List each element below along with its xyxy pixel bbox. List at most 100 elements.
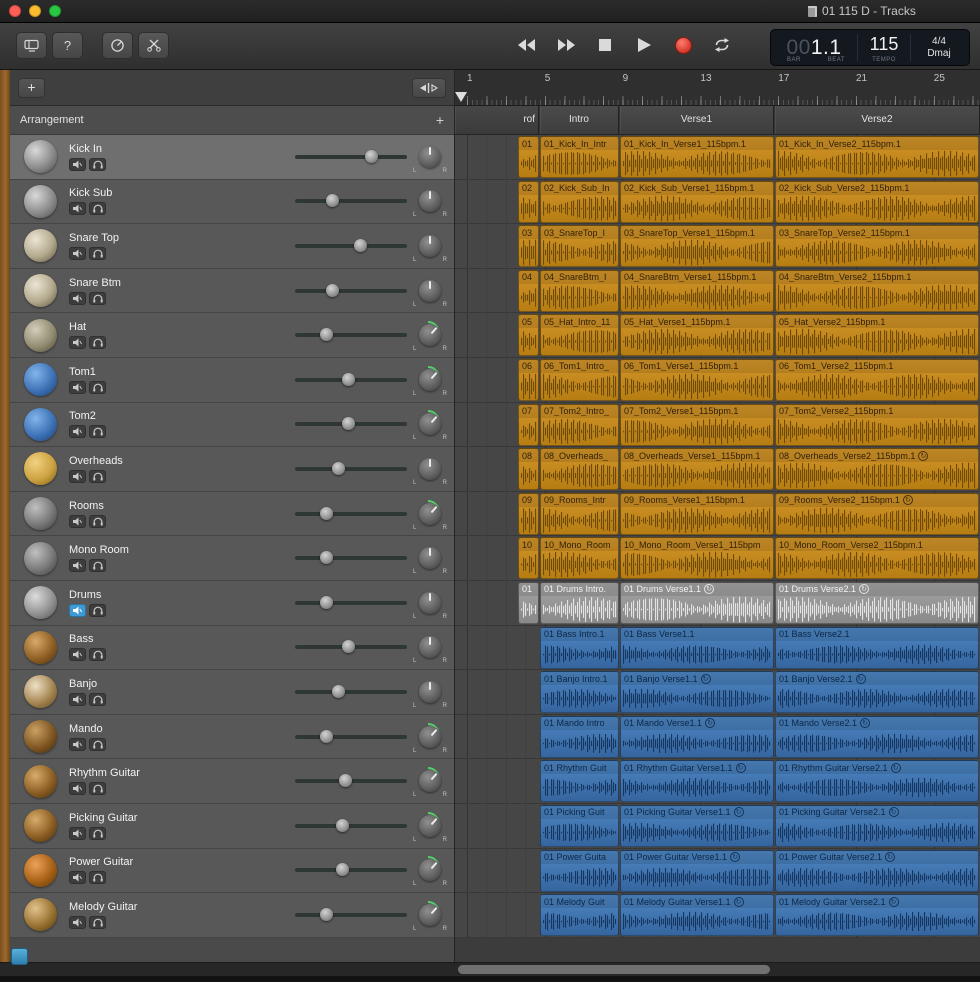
mute-button[interactable] — [69, 604, 86, 617]
region-overheads-2[interactable]: 08_Overheads_Verse1_115bpm.1 — [620, 448, 774, 490]
pan-knob-dial[interactable] — [419, 280, 441, 302]
solo-button[interactable] — [89, 425, 106, 438]
region-banjo-2[interactable]: 01 Banjo Verse2.1↻ — [775, 671, 979, 713]
pan-knob-dial[interactable] — [419, 859, 441, 881]
volume-slider[interactable] — [295, 735, 407, 739]
pan-knob-dial[interactable] — [419, 369, 441, 391]
pan-knob[interactable]: LR — [416, 901, 444, 929]
volume-slider-thumb[interactable] — [320, 596, 333, 609]
track-header-kick-in[interactable]: Kick InLR — [10, 135, 454, 180]
volume-slider[interactable] — [295, 645, 407, 649]
mute-button[interactable] — [69, 470, 86, 483]
region-hat-1[interactable]: 05_Hat_Intro_11 — [540, 314, 619, 356]
region-mono-room-1[interactable]: 10_Mono_Room — [540, 537, 619, 579]
pan-knob[interactable]: LR — [416, 232, 444, 260]
track-header-banjo[interactable]: BanjoLR — [10, 670, 454, 715]
region-tom2-2[interactable]: 07_Tom2_Verse1_115bpm.1 — [620, 404, 774, 446]
mute-button[interactable] — [69, 782, 86, 795]
solo-button[interactable] — [89, 515, 106, 528]
mute-button[interactable] — [69, 916, 86, 929]
pan-knob[interactable]: LR — [416, 723, 444, 751]
solo-button[interactable] — [89, 827, 106, 840]
editor-button[interactable] — [138, 32, 169, 59]
forward-button[interactable] — [551, 31, 581, 59]
scrollbar-thumb[interactable] — [458, 965, 770, 974]
mute-button[interactable] — [69, 247, 86, 260]
pan-knob[interactable]: LR — [416, 277, 444, 305]
region-rooms-3[interactable]: 09_Rooms_Verse2_115bpm.1↻ — [775, 493, 979, 535]
track-header-snare-top[interactable]: Snare TopLR — [10, 224, 454, 269]
volume-slider[interactable] — [295, 199, 407, 203]
pan-knob-dial[interactable] — [419, 904, 441, 926]
region-hat-0[interactable]: 05 — [518, 314, 539, 356]
region-snare-top-3[interactable]: 03_SnareTop_Verse2_115bpm.1 — [775, 225, 979, 267]
track-header-snare-btm[interactable]: Snare BtmLR — [10, 269, 454, 314]
solo-button[interactable] — [89, 648, 106, 661]
volume-slider-thumb[interactable] — [342, 640, 355, 653]
volume-slider-thumb[interactable] — [336, 863, 349, 876]
region-snare-btm-1[interactable]: 04_SnareBtm_I — [540, 270, 619, 312]
stop-button[interactable] — [590, 31, 620, 59]
mute-button[interactable] — [69, 381, 86, 394]
pan-knob-dial[interactable] — [419, 146, 441, 168]
volume-slider[interactable] — [295, 824, 407, 828]
region-overheads-1[interactable]: 08_Overheads_ — [540, 448, 619, 490]
region-rhythm-guitar-2[interactable]: 01 Rhythm Guitar Verse2.1↻ — [775, 760, 979, 802]
volume-slider-thumb[interactable] — [365, 150, 378, 163]
region-mando-2[interactable]: 01 Mando Verse2.1↻ — [775, 716, 979, 758]
pan-knob-dial[interactable] — [419, 413, 441, 435]
region-tom2-3[interactable]: 07_Tom2_Verse2_115bpm.1 — [775, 404, 979, 446]
add-track-button[interactable]: + — [18, 78, 45, 98]
pan-knob[interactable]: LR — [416, 143, 444, 171]
mute-button[interactable] — [69, 336, 86, 349]
track-header-power-guitar[interactable]: Power GuitarLR — [10, 849, 454, 894]
volume-slider[interactable] — [295, 333, 407, 337]
region-drums-3[interactable]: 01 Drums Verse2.1↻ — [775, 582, 979, 624]
region-snare-top-0[interactable]: 03 — [518, 225, 539, 267]
zoom-button[interactable] — [49, 5, 61, 17]
volume-slider-thumb[interactable] — [320, 551, 333, 564]
solo-button[interactable] — [89, 782, 106, 795]
region-bass-0[interactable]: 01 Bass Intro.1 — [540, 627, 619, 669]
mute-button[interactable] — [69, 738, 86, 751]
mute-button[interactable] — [69, 648, 86, 661]
volume-slider[interactable] — [295, 512, 407, 516]
region-rooms-0[interactable]: 09 — [518, 493, 539, 535]
region-tom1-0[interactable]: 06 — [518, 359, 539, 401]
region-snare-top-1[interactable]: 03_SnareTop_I — [540, 225, 619, 267]
pan-knob[interactable]: LR — [416, 187, 444, 215]
region-snare-top-2[interactable]: 03_SnareTop_Verse1_115bpm.1 — [620, 225, 774, 267]
smart-controls-button[interactable] — [102, 32, 133, 59]
horizontal-scrollbar[interactable] — [0, 962, 980, 977]
volume-slider-thumb[interactable] — [336, 819, 349, 832]
pan-knob-dial[interactable] — [419, 190, 441, 212]
region-kick-sub-1[interactable]: 02_Kick_Sub_In — [540, 181, 619, 223]
pan-knob-dial[interactable] — [419, 681, 441, 703]
region-banjo-1[interactable]: 01 Banjo Verse1.1↻ — [620, 671, 774, 713]
track-header-picking-guitar[interactable]: Picking GuitarLR — [10, 804, 454, 849]
volume-slider-thumb[interactable] — [320, 730, 333, 743]
arrangement-marker-rof[interactable]: rof — [455, 106, 539, 134]
region-mando-1[interactable]: 01 Mando Verse1.1↻ — [620, 716, 774, 758]
solo-button[interactable] — [89, 158, 106, 171]
volume-slider-thumb[interactable] — [342, 417, 355, 430]
pan-knob-dial[interactable] — [419, 547, 441, 569]
mute-button[interactable] — [69, 515, 86, 528]
pan-knob-dial[interactable] — [419, 458, 441, 480]
mute-button[interactable] — [69, 871, 86, 884]
region-kick-in-0[interactable]: 01 — [518, 136, 539, 178]
region-mono-room-0[interactable]: 10 — [518, 537, 539, 579]
track-header-kick-sub[interactable]: Kick SubLR — [10, 180, 454, 225]
volume-slider-thumb[interactable] — [339, 774, 352, 787]
solo-button[interactable] — [89, 738, 106, 751]
quick-help-button[interactable]: ? — [52, 32, 83, 59]
timeline-ruler[interactable]: 15913172125 — [455, 70, 980, 106]
mute-button[interactable] — [69, 693, 86, 706]
region-kick-sub-0[interactable]: 02 — [518, 181, 539, 223]
solo-button[interactable] — [89, 871, 106, 884]
region-overheads-0[interactable]: 08 — [518, 448, 539, 490]
volume-slider[interactable] — [295, 690, 407, 694]
bottom-left-button[interactable] — [11, 948, 28, 965]
arrangement-marker-verse1[interactable]: Verse1 — [620, 106, 774, 134]
region-snare-btm-3[interactable]: 04_SnareBtm_Verse2_115bpm.1 — [775, 270, 979, 312]
